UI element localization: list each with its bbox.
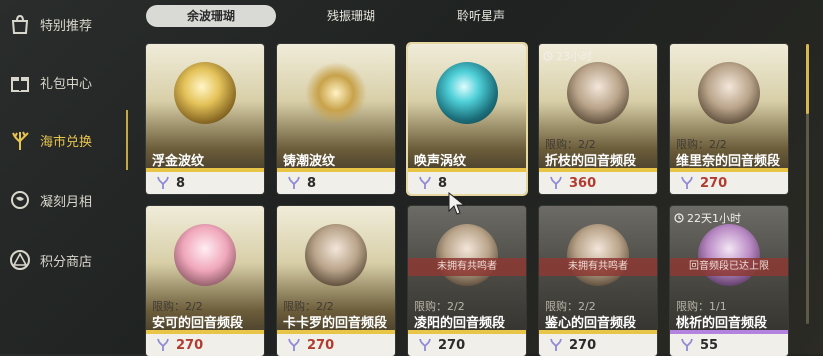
item-art [567,62,629,124]
scrollbar[interactable] [806,44,809,324]
item-name: 卡卡罗的回音频段 [283,316,388,331]
coral-currency-icon [157,176,169,189]
shop-item-card[interactable]: 未拥有共鸣者 限购：2/2 凌阳的回音频段 270 [408,206,526,356]
price-tag: 55 [670,334,788,356]
sidebar-item-label: 海市兑换 [40,134,93,150]
item-name: 凌阳的回音频段 [414,316,506,331]
price-tag: 360 [539,172,657,194]
sidebar-item-label: 积分商店 [40,254,93,270]
item-art [698,62,760,124]
item-name: 折枝的回音频段 [545,154,637,169]
tab-listen-starsound[interactable]: 聆听星声 [416,5,546,27]
timer: 22天1小时 [674,210,741,226]
item-art [436,62,498,124]
sidebar-item-moon-phase[interactable]: 凝刻月相 [8,182,120,218]
item-art [305,224,367,286]
item-art [174,224,236,286]
moon-sphere-icon [8,188,32,212]
status-banner: 未拥有共鸣者 [408,258,526,276]
coral-currency-icon [157,338,169,351]
coral-icon [8,128,32,152]
coral-currency-icon [288,338,300,351]
price-value: 270 [176,337,204,353]
price-tag: 8 [277,172,395,194]
price-value: 8 [307,175,317,191]
shop-item-card[interactable]: 唤声涡纹 8 [406,42,528,196]
price-tag: 270 [670,172,788,194]
sidebar-item-label: 特别推荐 [40,18,93,34]
coral-currency-icon [681,338,693,351]
item-name: 铸潮波纹 [283,154,336,169]
triangle-badge-icon [8,248,32,272]
coral-currency-icon [419,176,431,189]
price-value: 8 [438,175,448,191]
item-art [698,224,760,286]
price-tag: 8 [408,172,526,194]
shop-item-card[interactable]: 限购：2/2 卡卡罗的回音频段 270 [277,206,395,356]
price-tag: 270 [539,334,657,356]
shop-item-card[interactable]: 限购：2/2 维里奈的回音频段 270 [670,44,788,194]
coral-currency-icon [681,176,693,189]
item-name: 桃祈的回音频段 [676,316,768,331]
mouse-cursor-icon [448,192,466,215]
item-art [305,62,367,124]
clock-icon [674,213,684,223]
item-name: 安可的回音频段 [152,316,244,331]
coral-currency-icon [550,338,562,351]
clock-icon [543,51,553,61]
item-grid: 浮金波纹 8 铸潮波纹 8 唤声涡纹 8 23小时 限购：2/2 折枝的回音频段 360 限购：2/… [146,42,796,356]
price-value: 270 [700,175,728,191]
item-name: 唤声涡纹 [414,154,467,169]
price-value: 270 [438,337,466,353]
sidebar-item-label: 礼包中心 [40,76,93,92]
tab-oscillated-coral[interactable]: 残振珊瑚 [286,5,416,27]
price-value: 55 [700,337,719,353]
active-indicator [126,110,128,170]
tab-aftershock-coral[interactable]: 余波珊瑚 [146,5,276,27]
item-name: 维里奈的回音频段 [676,154,781,169]
coral-currency-icon [550,176,562,189]
timer-text: 22天1小时 [687,212,741,225]
shop-item-card[interactable]: 22天1小时 回音频段已达上限 限购：1/1 桃祈的回音频段 55 [670,206,788,356]
status-banner: 未拥有共鸣者 [539,258,657,276]
price-tag: 270 [146,334,264,356]
timer-text: 23小时 [556,50,592,63]
sidebar-item-label: 凝刻月相 [40,194,93,210]
item-art [174,62,236,124]
sidebar: 特别推荐 礼包中心 海市兑换 凝刻月相 积分商店 [0,0,122,354]
shop-item-card[interactable]: 铸潮波纹 8 [277,44,395,194]
shop-item-card[interactable]: 限购：2/2 安可的回音频段 270 [146,206,264,356]
price-tag: 270 [408,334,526,356]
shopping-bag-icon [8,12,32,36]
price-value: 8 [176,175,186,191]
shop-item-card[interactable]: 23小时 限购：2/2 折枝的回音频段 360 [539,44,657,194]
shop-item-card[interactable]: 未拥有共鸣者 限购：2/2 鉴心的回音频段 270 [539,206,657,356]
sidebar-item-gift-center[interactable]: 礼包中心 [8,64,120,100]
item-name: 鉴心的回音频段 [545,316,637,331]
item-art [567,224,629,286]
gift-icon [8,70,32,94]
sidebar-item-sea-exchange[interactable]: 海市兑换 [8,122,120,158]
item-art [436,224,498,286]
price-value: 270 [307,337,335,353]
timer: 23小时 [543,48,592,64]
sidebar-item-points-shop[interactable]: 积分商店 [8,242,120,278]
coral-currency-icon [288,176,300,189]
price-value: 360 [569,175,597,191]
status-banner: 回音频段已达上限 [670,258,788,276]
price-tag: 8 [146,172,264,194]
coral-currency-icon [419,338,431,351]
sidebar-item-featured[interactable]: 特别推荐 [8,6,120,42]
price-tag: 270 [277,334,395,356]
price-value: 270 [569,337,597,353]
item-name: 浮金波纹 [152,154,205,169]
shop-item-card[interactable]: 浮金波纹 8 [146,44,264,194]
scrollbar-thumb[interactable] [806,44,809,114]
